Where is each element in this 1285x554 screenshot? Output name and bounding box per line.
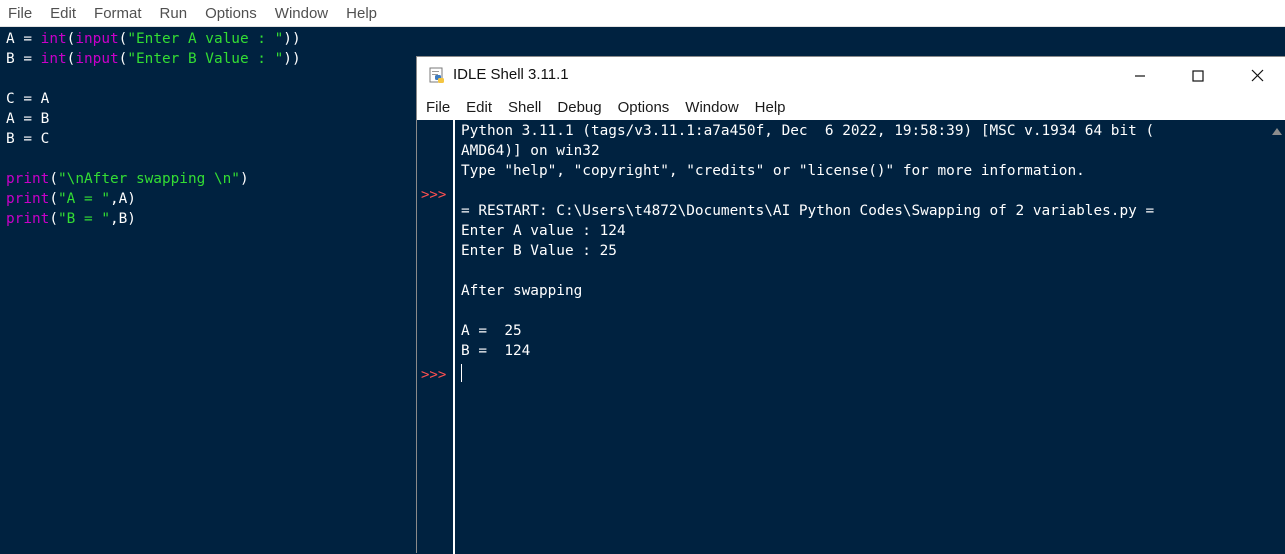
output-line: Python 3.11.1 (tags/v3.11.1:a7a450f, Dec…	[461, 123, 1155, 139]
code-token-string: "B = "	[58, 211, 110, 227]
output-line: Enter B Value : 25	[461, 243, 617, 259]
code-token: (	[49, 171, 58, 187]
shell-prompt: >>>	[421, 187, 447, 203]
code-token-builtin: print	[6, 211, 50, 227]
idle-shell-window: IDLE Shell 3.11.1 File Edit Shell Debug …	[416, 56, 1285, 554]
editor-code-area[interactable]: A = int(input("Enter A value : ")) B = i…	[0, 28, 416, 553]
editor-menu-help[interactable]: Help	[346, 5, 377, 22]
vertical-scrollbar[interactable]	[1268, 120, 1285, 554]
minimize-icon	[1135, 74, 1145, 77]
code-token: ))	[283, 51, 301, 67]
code-token-builtin: input	[75, 51, 119, 67]
shell-output[interactable]: Python 3.11.1 (tags/v3.11.1:a7a450f, Dec…	[461, 120, 1261, 554]
output-line: A = 25	[461, 323, 522, 339]
code-token-builtin: input	[75, 31, 119, 47]
code-line-1: A = int(input("Enter A value : "))	[6, 29, 301, 49]
code-line-9: print("A = ",A)	[6, 189, 136, 209]
code-token: A =	[6, 31, 41, 47]
maximize-icon	[1192, 69, 1204, 82]
output-line: AMD64)] on win32	[461, 143, 600, 159]
shell-menu-window[interactable]: Window	[685, 99, 738, 116]
code-token-string: "Enter B Value : "	[127, 51, 284, 67]
shell-menu-options[interactable]: Options	[618, 99, 670, 116]
python-idle-icon	[429, 67, 446, 84]
text-cursor	[461, 364, 462, 382]
output-line: = RESTART: C:\Users\t4872\Documents\AI P…	[461, 203, 1155, 219]
code-token-string: "\nAfter swapping \n"	[58, 171, 240, 187]
shell-menu-debug[interactable]: Debug	[557, 99, 601, 116]
window-title: IDLE Shell 3.11.1	[453, 66, 569, 83]
output-line: B = 124	[461, 343, 531, 359]
output-line: Type "help", "copyright", "credits" or "…	[461, 163, 1085, 179]
scroll-up-arrow-icon[interactable]	[1272, 128, 1282, 135]
code-token: )	[239, 171, 249, 187]
editor-menu-window[interactable]: Window	[275, 5, 328, 22]
close-icon	[1251, 69, 1263, 82]
prompt-gutter: >>> >>>	[417, 120, 455, 554]
editor-menubar: File Edit Format Run Options Window Help	[0, 0, 1285, 27]
code-line-10: print("B = ",B)	[6, 209, 136, 229]
minimize-button[interactable]	[1111, 57, 1169, 94]
maximize-button[interactable]	[1169, 57, 1227, 94]
code-line-8: print("\nAfter swapping \n")	[6, 169, 249, 189]
shell-menu-edit[interactable]: Edit	[466, 99, 492, 116]
code-token-builtin: int	[40, 51, 67, 67]
code-token: B =	[6, 51, 41, 67]
shell-body[interactable]: >>> >>> Python 3.11.1 (tags/v3.11.1:a7a4…	[417, 120, 1285, 554]
code-token-builtin: print	[6, 171, 50, 187]
shell-menu-help[interactable]: Help	[755, 99, 786, 116]
code-token: (	[49, 211, 58, 227]
shell-menu-shell[interactable]: Shell	[508, 99, 541, 116]
code-token: ))	[283, 31, 301, 47]
editor-menu-options[interactable]: Options	[205, 5, 257, 22]
editor-menu-edit[interactable]: Edit	[50, 5, 76, 22]
code-line-4: C = A	[6, 91, 50, 107]
shell-menubar: File Edit Shell Debug Options Window Hel…	[417, 95, 1285, 119]
close-button[interactable]	[1228, 57, 1285, 94]
code-token-string: "Enter A value : "	[127, 31, 284, 47]
shell-titlebar[interactable]: IDLE Shell 3.11.1	[417, 57, 1285, 94]
shell-prompt: >>>	[421, 367, 447, 383]
code-token: ,B)	[109, 211, 136, 227]
output-line: After swapping	[461, 283, 583, 299]
editor-menu-run[interactable]: Run	[160, 5, 188, 22]
editor-menu-file[interactable]: File	[8, 5, 32, 22]
code-token-builtin: int	[40, 31, 67, 47]
code-token: ,A)	[109, 191, 136, 207]
editor-menu-format[interactable]: Format	[94, 5, 142, 22]
code-line-5: A = B	[6, 111, 50, 127]
shell-menu-file[interactable]: File	[426, 99, 450, 116]
code-token: (	[49, 191, 58, 207]
code-line-6: B = C	[6, 131, 50, 147]
code-line-2: B = int(input("Enter B Value : "))	[6, 49, 301, 69]
output-line: Enter A value : 124	[461, 223, 626, 239]
code-token-builtin: print	[6, 191, 50, 207]
code-token-string: "A = "	[58, 191, 110, 207]
